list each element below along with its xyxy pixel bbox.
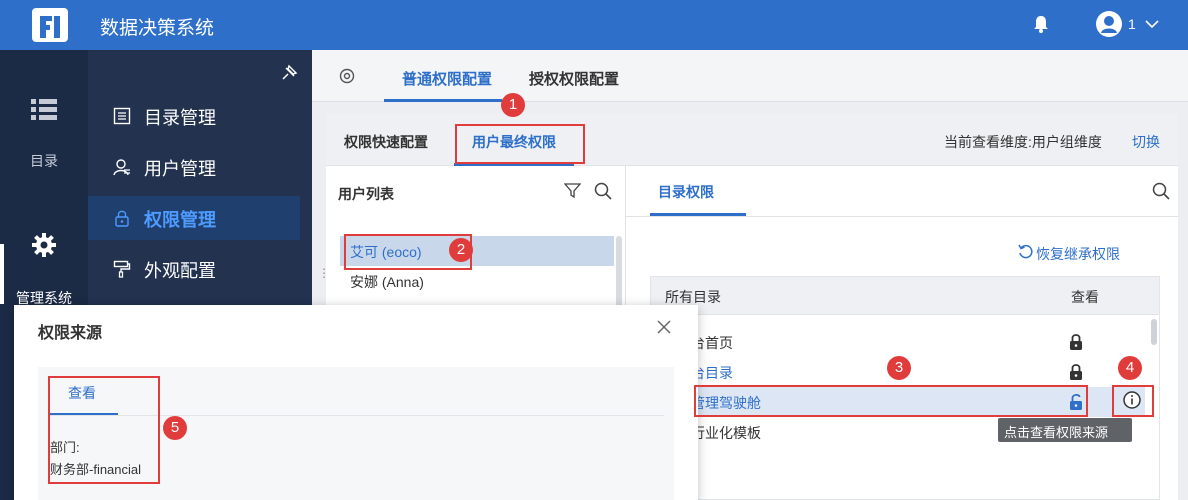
user-list-title: 用户列表 (338, 186, 394, 202)
list-icon[interactable] (31, 98, 57, 120)
user-avatar[interactable] (1096, 11, 1122, 37)
restore-inherited-permission-link[interactable]: 恢复继承权限 (1036, 244, 1120, 264)
close-icon[interactable] (656, 319, 672, 335)
user-name-label: 安娜 (Anna) (350, 274, 424, 290)
annotation-box (455, 124, 585, 164)
search-icon[interactable] (594, 182, 612, 200)
search-icon[interactable] (1152, 182, 1170, 200)
pane-resize-handle[interactable]: ⋮ (318, 266, 330, 280)
annotation-badge: 1 (501, 93, 525, 117)
column-header-all-directories: 所有目录 (665, 289, 721, 305)
user-list-item[interactable]: 安娜 (Anna) (340, 266, 614, 296)
subtab-quick-config[interactable]: 权限快速配置 (344, 132, 428, 152)
gear-icon[interactable] (31, 232, 57, 258)
menu-item-user-management[interactable]: 用户管理 (88, 145, 300, 189)
app-title: 数据决策系统 (100, 18, 215, 39)
directory-permission-pane: 目录权限 恢复继承权限 所有目录 查看 台首页 台目录 管理驾驶舱 行业化模板 (626, 166, 1178, 500)
divider (626, 216, 1178, 217)
menu-item-label: 目录管理 (144, 108, 216, 128)
menu-item-label: 用户管理 (144, 159, 216, 179)
table-scrollbar[interactable] (1151, 319, 1157, 345)
chevron-down-icon[interactable] (1144, 16, 1160, 32)
user-name[interactable]: 1 (1128, 16, 1136, 32)
paint-roller-icon (113, 260, 131, 278)
settings-gear-icon[interactable] (338, 67, 356, 85)
sub-tab-bar: 权限快速配置 用户最终权限 当前查看维度:用户组维度 切换 (326, 114, 1178, 166)
column-header-view: 查看 (1071, 289, 1099, 305)
menu-item-permission-management[interactable]: 权限管理 (88, 196, 300, 240)
lock-icon (115, 210, 129, 227)
top-bar: 数据决策系统 1 (0, 0, 1188, 50)
annotation-box (694, 385, 1088, 417)
menu-item-appearance[interactable]: 外观配置 (88, 247, 300, 291)
directory-name: 行业化模板 (691, 425, 761, 441)
tab-normal-permission[interactable]: 普通权限配置 (402, 68, 492, 89)
annotation-badge: 4 (1118, 356, 1142, 380)
table-row[interactable]: 台首页 (651, 327, 1145, 357)
menu-item-label: 外观配置 (144, 261, 216, 281)
filter-icon[interactable] (564, 182, 581, 199)
tab-active-underline (384, 99, 502, 102)
app-logo-icon (32, 8, 68, 42)
annotation-badge: 2 (449, 238, 473, 262)
table-header: 所有目录 查看 (651, 277, 1159, 315)
dialog-title: 权限来源 (38, 325, 103, 342)
user-icon (113, 159, 130, 176)
restore-icon[interactable] (1018, 244, 1034, 260)
annotation-badge: 5 (163, 416, 187, 440)
menu-item-label: 权限管理 (144, 210, 216, 230)
switch-dimension-link[interactable]: 切换 (1132, 132, 1160, 152)
permission-source-tooltip: 点击查看权限来源 (998, 418, 1132, 442)
annotation-badge: 3 (887, 356, 911, 380)
lock-icon[interactable] (1069, 333, 1083, 351)
tab-grant-permission[interactable]: 授权权限配置 (529, 68, 619, 89)
pin-icon[interactable] (280, 64, 298, 82)
top-tab-bar: 普通权限配置 授权权限配置 (312, 50, 1188, 102)
user-avatar-icon (1101, 16, 1117, 33)
tab-directory-permission[interactable]: 目录权限 (658, 182, 714, 202)
notification-bell-icon[interactable] (1032, 14, 1050, 34)
menu-item-directory-management[interactable]: 目录管理 (88, 94, 300, 138)
document-list-icon (113, 107, 131, 125)
annotation-box (1112, 385, 1154, 417)
dimension-text: 当前查看维度:用户组维度 (944, 134, 1102, 150)
annotation-box (48, 376, 160, 484)
lock-icon[interactable] (1069, 363, 1083, 381)
sidebar-item-directory[interactable]: 目录 (0, 151, 88, 171)
